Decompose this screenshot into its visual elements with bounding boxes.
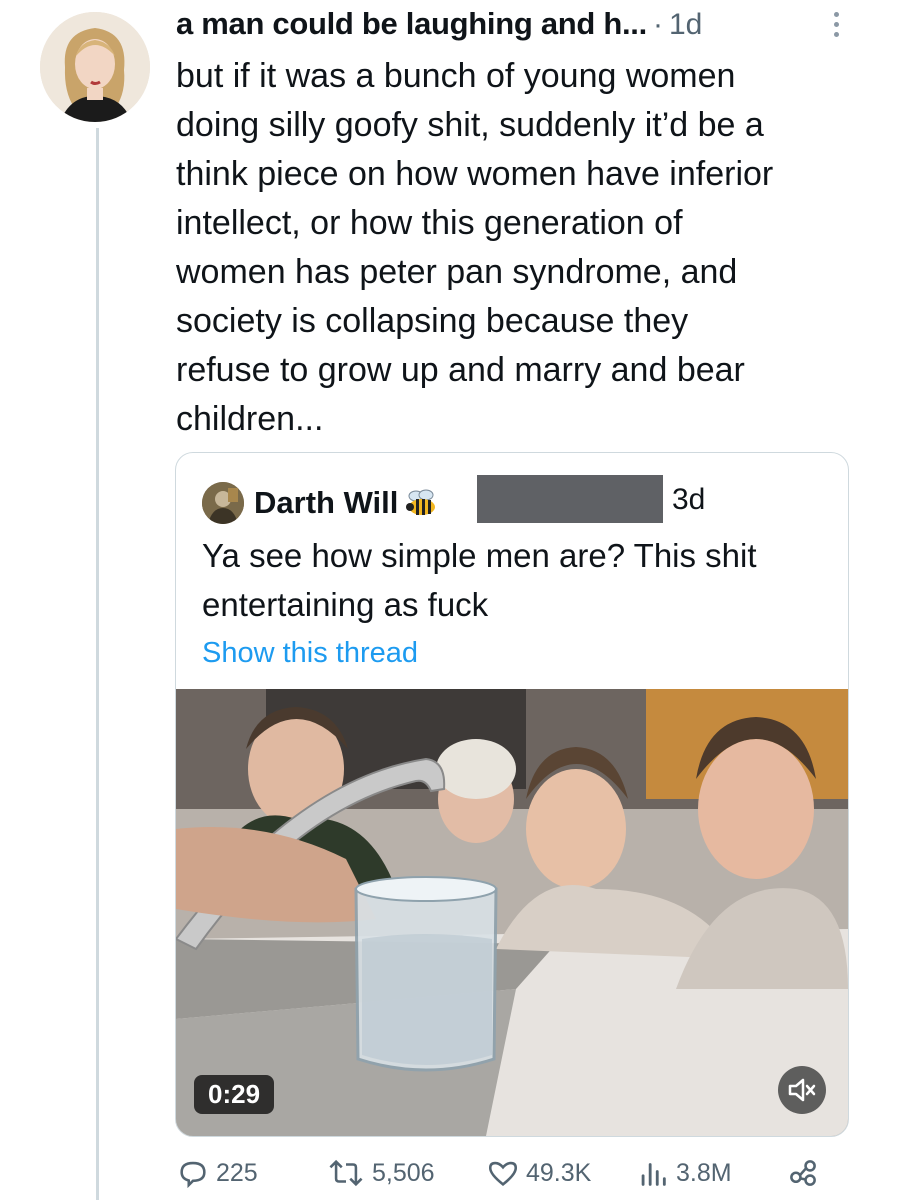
quoted-tweet-age[interactable]: 3d bbox=[672, 483, 705, 517]
show-thread-link[interactable]: Show this thread bbox=[202, 637, 418, 670]
video-frame bbox=[176, 689, 848, 1136]
author-avatar[interactable] bbox=[40, 12, 150, 122]
more-options-icon[interactable] bbox=[832, 12, 842, 42]
header-separator: · bbox=[652, 8, 663, 41]
quoted-tweet[interactable]: Darth Will 3d Ya see how simple men are?… bbox=[175, 452, 849, 1137]
reply-icon bbox=[180, 1161, 206, 1189]
repost-button[interactable]: 5,506 bbox=[326, 1156, 435, 1190]
view-count: 3.8M bbox=[676, 1158, 732, 1187]
thread-line bbox=[96, 128, 99, 1200]
like-button[interactable]: 49.3K bbox=[486, 1156, 591, 1190]
video-player[interactable]: 0:29 bbox=[176, 689, 848, 1136]
heart-icon bbox=[488, 1161, 518, 1186]
repost-count: 5,506 bbox=[372, 1158, 435, 1187]
video-duration: 0:29 bbox=[194, 1075, 275, 1114]
bee-icon bbox=[402, 488, 442, 518]
views-button[interactable]: 3.8M bbox=[636, 1156, 732, 1190]
like-count: 49.3K bbox=[526, 1158, 592, 1187]
views-chart-icon bbox=[641, 1163, 666, 1186]
reply-count: 225 bbox=[216, 1158, 258, 1187]
tweet-text: but if it was a bunch of young women doi… bbox=[176, 57, 774, 438]
author-name[interactable]: a man could be laughing and h... bbox=[176, 6, 647, 42]
quoted-tweet-text: Ya see how simple men are? This shit ent… bbox=[202, 537, 757, 623]
share-icon bbox=[790, 1160, 816, 1186]
share-button[interactable] bbox=[786, 1156, 826, 1190]
reply-button[interactable]: 225 bbox=[176, 1156, 258, 1190]
quoted-author-avatar[interactable] bbox=[202, 482, 244, 524]
redacted-handle bbox=[477, 475, 663, 523]
tweet-actions: 225 5,506 49.3K 3.8M bbox=[176, 1156, 866, 1196]
repost-icon bbox=[329, 1159, 363, 1187]
tweet-header: a man could be laughing and h... · 1d bbox=[176, 6, 860, 46]
quoted-header: Darth Will bbox=[202, 481, 442, 525]
quoted-author-name[interactable]: Darth Will bbox=[254, 485, 398, 521]
tweet-age[interactable]: 1d bbox=[669, 8, 702, 42]
speaker-muted-icon[interactable] bbox=[778, 1066, 826, 1114]
